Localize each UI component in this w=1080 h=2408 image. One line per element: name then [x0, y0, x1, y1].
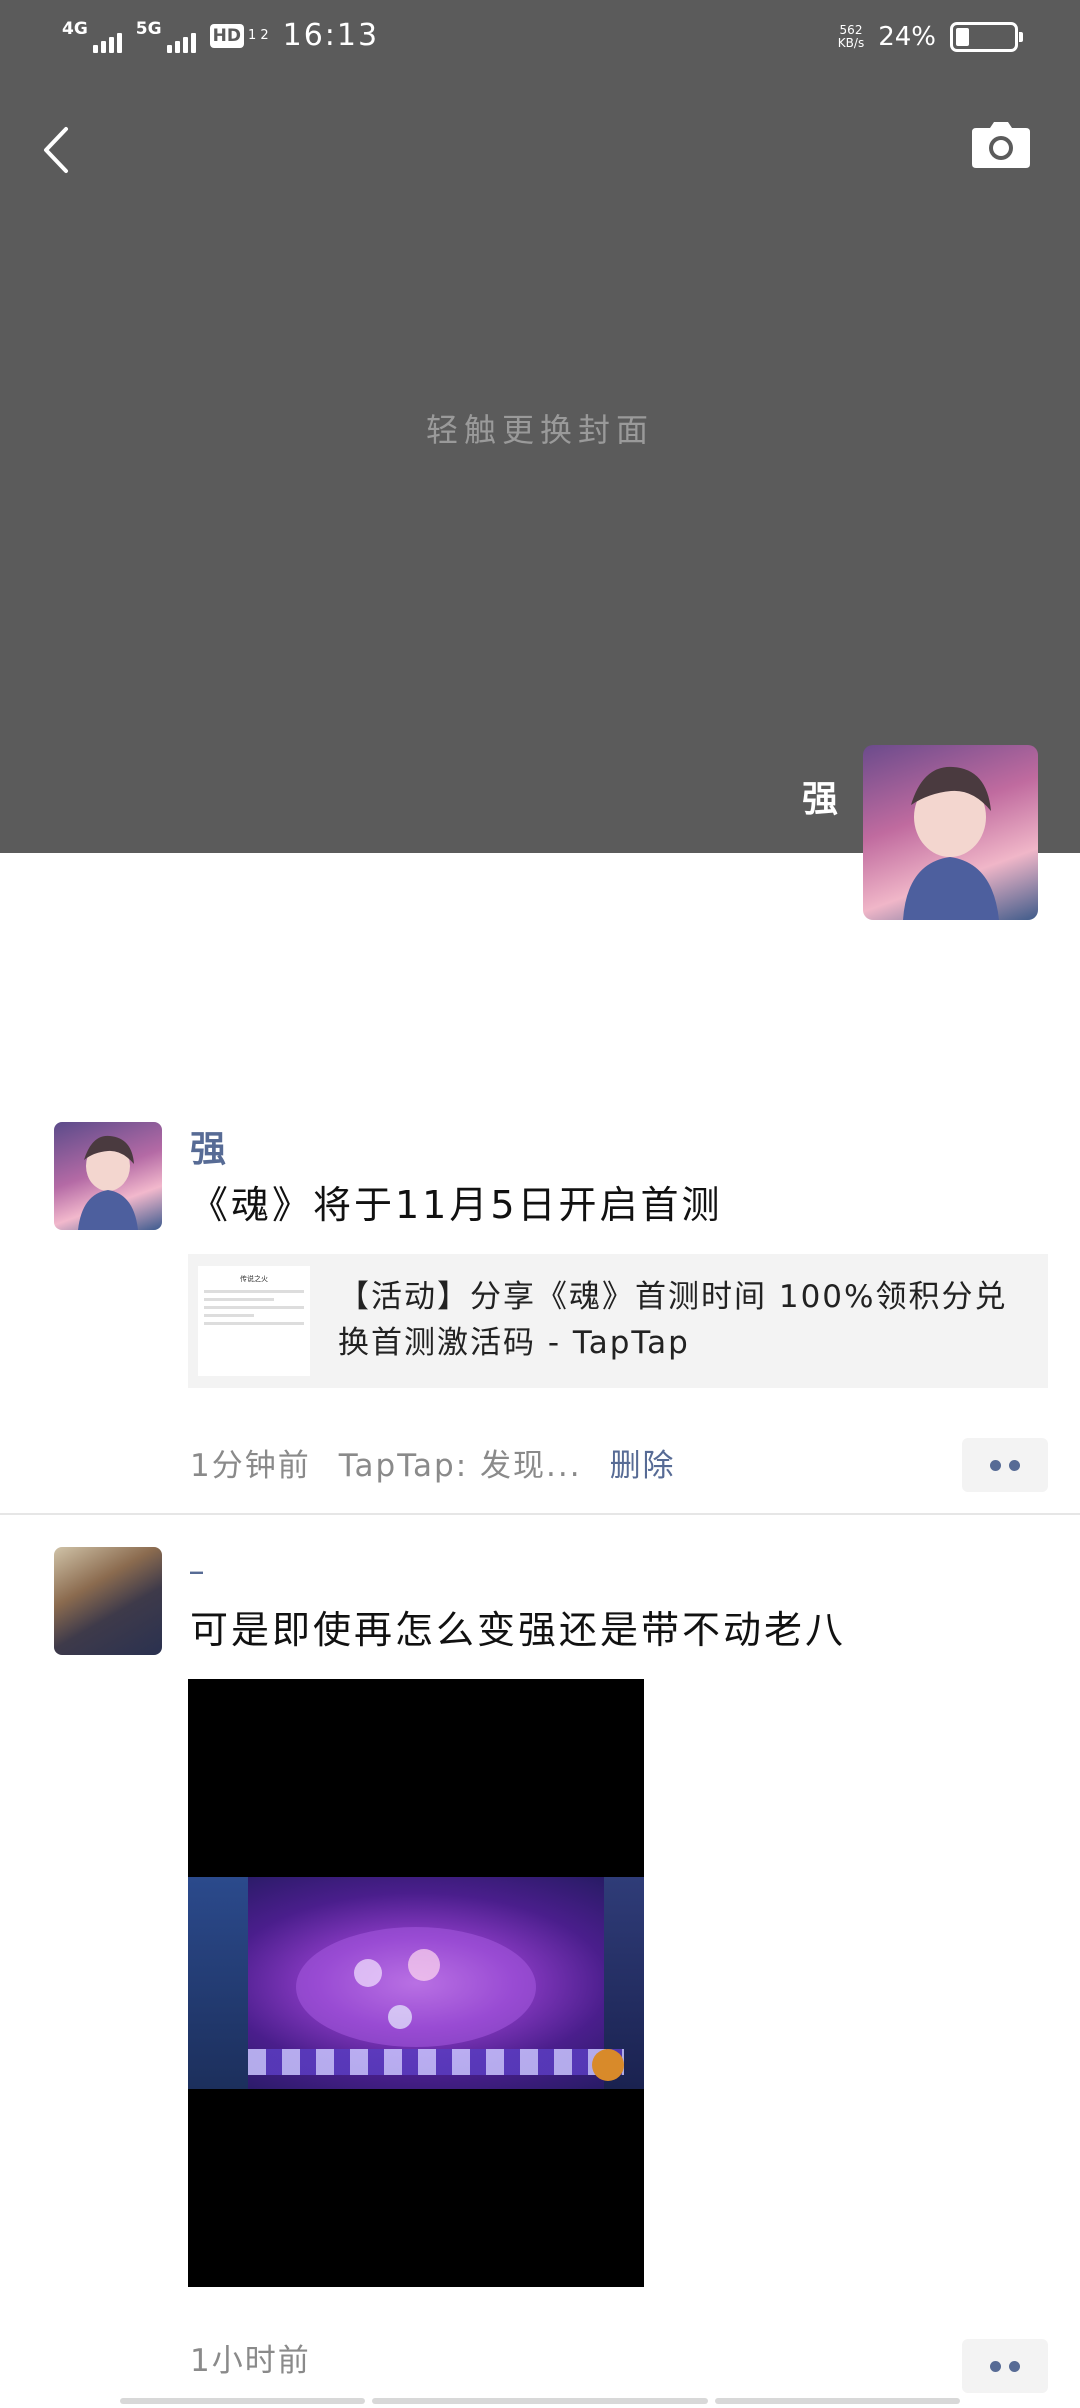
- video-frame: [188, 1877, 644, 2089]
- status-bar-left: 4G 5G HD 1 2 16:13: [62, 18, 379, 53]
- profile-avatar[interactable]: [863, 745, 1038, 920]
- shared-link-title: 【活动】分享《魂》首测时间 100%领积分兑换首测激活码 - TapTap: [338, 1279, 1008, 1361]
- thumbnail-title: 传说之火: [240, 1275, 268, 1283]
- hd-voice-icon: HD: [209, 23, 244, 48]
- camera-button[interactable]: [972, 122, 1036, 178]
- moment-post: _ 可是即使再怎么变强还是带不动老八 1小时前: [0, 1545, 1080, 2393]
- author-avatar-image: [78, 1135, 138, 1230]
- more-dot-icon: [990, 2360, 1001, 2372]
- more-dot-icon: [990, 1459, 1001, 1471]
- post-divider: [0, 1513, 1080, 1515]
- post-author-avatar[interactable]: [54, 1547, 162, 1655]
- network-speed: 562 KB/s: [838, 24, 864, 50]
- network-type-1: 4G: [62, 18, 88, 39]
- shared-link-card[interactable]: 传说之火 【活动】分享《魂》首测时间 100%领积分兑换首测激活码 - TapT…: [188, 1254, 1048, 1388]
- network-speed-unit: KB/s: [837, 36, 865, 50]
- bottom-indicator: [715, 2398, 960, 2404]
- post-video[interactable]: [188, 1679, 644, 2287]
- post-author-avatar[interactable]: [54, 1122, 162, 1230]
- profile-name: 强: [801, 779, 838, 820]
- post-time: 1分钟前: [190, 1448, 311, 1484]
- game-scene: [296, 1927, 624, 2081]
- hd-sim-label: 1 2: [247, 28, 269, 43]
- post-text: 《魂》将于11月5日开启首测: [190, 1183, 723, 1227]
- network-type-2: 5G: [135, 18, 162, 39]
- delete-button[interactable]: 删除: [610, 1440, 676, 1485]
- status-bar-right: 562 KB/s 24%: [838, 22, 1023, 52]
- cover-image[interactable]: 4G 5G HD 1 2 16:13 562 KB/s 24% 轻触更换封面 强: [0, 0, 1080, 853]
- back-button[interactable]: [30, 120, 80, 180]
- profile-avatar-image: [903, 766, 999, 920]
- bottom-indicator: [372, 2398, 708, 2404]
- post-text: 可是即使再怎么变强还是带不动老八: [190, 1608, 847, 1652]
- post-source[interactable]: TapTap: 发现...: [339, 1440, 582, 1485]
- more-dot-icon: [1009, 1459, 1020, 1471]
- post-meta: 1分钟前 TapTap: 发现... 删除: [190, 1440, 676, 1485]
- more-dot-icon: [1009, 2360, 1020, 2372]
- more-actions-button[interactable]: [962, 1438, 1048, 1492]
- battery-level-fill: [956, 28, 969, 46]
- moment-post: 强 《魂》将于11月5日开启首测 传说之火 【活动】分享《魂》首测时间 100%…: [0, 1120, 1080, 1520]
- battery-percent: 24%: [878, 22, 936, 52]
- post-author-name[interactable]: _: [190, 1545, 203, 1575]
- post-meta: 1小时前: [190, 2335, 311, 2380]
- signal-5g-icon: 5G: [136, 19, 196, 53]
- shared-link-thumbnail: 传说之火: [198, 1266, 310, 1376]
- chevron-left-icon: [44, 127, 68, 173]
- clock: 16:13: [282, 18, 380, 53]
- bottom-indicator: [120, 2398, 365, 2404]
- change-cover-hint[interactable]: 轻触更换封面: [0, 405, 1080, 451]
- post-author-name[interactable]: 强: [190, 1120, 226, 1172]
- signal-4g-icon: 4G: [62, 19, 122, 53]
- status-bar: 4G 5G HD 1 2 16:13 562 KB/s 24%: [0, 0, 1080, 80]
- camera-icon: [972, 122, 1030, 168]
- post-time: 1小时前: [190, 2343, 311, 2379]
- more-actions-button[interactable]: [962, 2339, 1048, 2393]
- battery-icon: [950, 22, 1023, 52]
